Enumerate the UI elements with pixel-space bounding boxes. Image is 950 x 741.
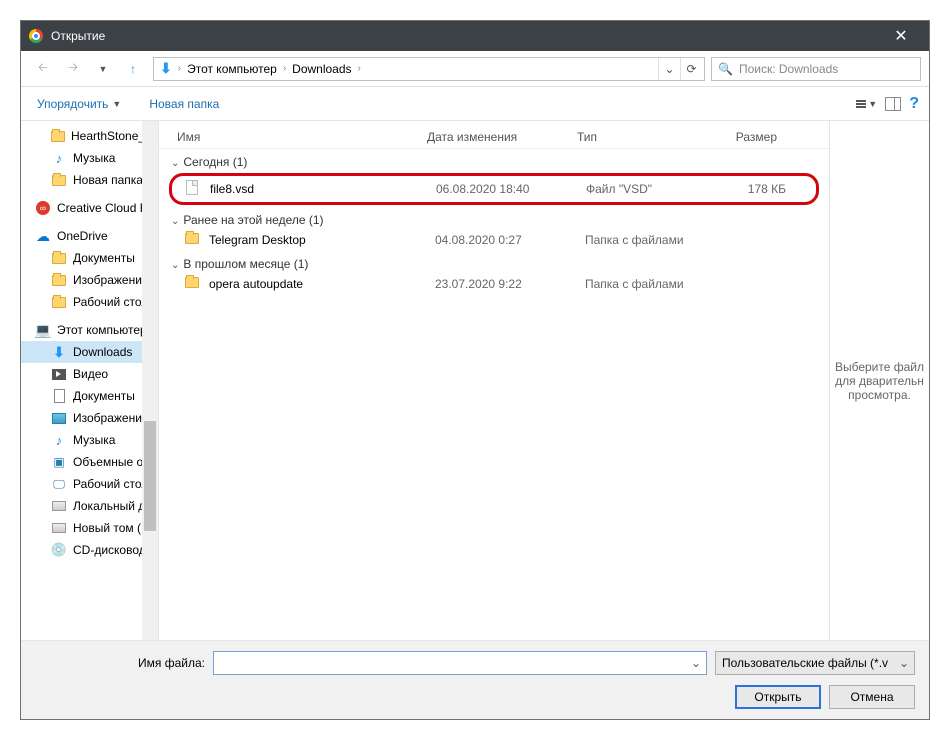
group-today[interactable]: ⌄Сегодня (1) (159, 149, 829, 171)
filename-input[interactable]: ⌄ (213, 651, 707, 675)
tree-music[interactable]: ♪Музыка (21, 147, 158, 169)
open-button[interactable]: Открыть (735, 685, 821, 709)
navigation-tree[interactable]: HearthStone_He ♪Музыка Новая папка ∞Crea… (21, 121, 159, 640)
file-row-opera[interactable]: opera autoupdate 23.07.2020 9:22 Папка с… (159, 273, 829, 295)
tree-localdisk[interactable]: Локальный дис (21, 495, 158, 517)
header-date[interactable]: Дата изменения (427, 130, 577, 144)
tree-creativecloud[interactable]: ∞Creative Cloud Fil (21, 197, 158, 219)
group-earlier-week[interactable]: ⌄Ранее на этой неделе (1) (159, 207, 829, 229)
filename-dropdown[interactable]: ⌄ (686, 652, 706, 674)
search-input[interactable]: 🔍 Поиск: Downloads (711, 57, 921, 81)
recent-dropdown[interactable]: ▼ (89, 57, 117, 81)
window-title: Открытие (51, 29, 881, 43)
header-name[interactable]: Имя (177, 130, 427, 144)
filename-field[interactable] (214, 652, 686, 674)
chevron-right-icon[interactable]: › (176, 63, 183, 74)
tree-od-documents[interactable]: Документы (21, 247, 158, 269)
file-size: 178 КБ (726, 182, 816, 196)
chevron-down-icon: ⌄ (171, 216, 179, 227)
search-placeholder: Поиск: Downloads (739, 62, 838, 76)
file-name: opera autoupdate (209, 277, 435, 291)
preview-message: Выберите файл для дварительн просмотра. (834, 360, 925, 402)
preview-pane-button[interactable] (885, 97, 901, 111)
tree-volume-d[interactable]: Новый том (D:) (21, 517, 158, 539)
forward-button: 🡢 (59, 57, 87, 81)
crumb-downloads[interactable]: Downloads (288, 62, 355, 76)
file-date: 06.08.2020 18:40 (436, 182, 586, 196)
filetype-select[interactable]: Пользовательские файлы (*.v ⌄ (715, 651, 915, 675)
file-type: Файл "VSD" (586, 182, 726, 196)
file-icon (186, 180, 202, 198)
tree-onedrive[interactable]: ☁OneDrive (21, 225, 158, 247)
tree-music2[interactable]: ♪Музыка (21, 429, 158, 451)
close-button[interactable]: ✕ (881, 26, 921, 46)
tree-od-pictures[interactable]: Изображения (21, 269, 158, 291)
filename-label: Имя файла: (35, 656, 205, 670)
help-button[interactable]: ? (909, 95, 919, 113)
file-name: Telegram Desktop (209, 233, 435, 247)
folder-icon (185, 277, 201, 291)
toolbar: Упорядочить▼ Новая папка ▼ ? (21, 87, 929, 121)
chrome-icon (29, 29, 43, 43)
file-date: 23.07.2020 9:22 (435, 277, 585, 291)
preview-pane: Выберите файл для дварительн просмотра. (829, 121, 929, 640)
file-type: Папка с файлами (585, 233, 725, 247)
cancel-button[interactable]: Отмена (829, 685, 915, 709)
annotation-highlight: file8.vsd 06.08.2020 18:40 Файл "VSD" 17… (169, 173, 819, 205)
navigation-bar: 🡠 🡢 ▼ ↑ ⬇ › Этот компьютер › Downloads ›… (21, 51, 929, 87)
file-name: file8.vsd (210, 182, 436, 196)
breadcrumb-bar[interactable]: ⬇ › Этот компьютер › Downloads › ⌄ ⟳ (153, 57, 705, 81)
chevron-down-icon: ⌄ (171, 158, 179, 169)
file-date: 04.08.2020 0:27 (435, 233, 585, 247)
crumb-thispc[interactable]: Этот компьютер (183, 62, 281, 76)
tree-thispc[interactable]: 💻Этот компьютер (21, 319, 158, 341)
sidebar-scrollbar[interactable] (142, 121, 158, 640)
chevron-right-icon[interactable]: › (281, 63, 288, 74)
tree-hearthstone[interactable]: HearthStone_He (21, 125, 158, 147)
group-last-month[interactable]: ⌄В прошлом месяце (1) (159, 251, 829, 273)
tree-cddrive[interactable]: 💿CD-дисковод (F (21, 539, 158, 561)
sidebar-scrollthumb[interactable] (144, 421, 156, 531)
column-headers[interactable]: Имя Дата изменения Тип Размер (159, 125, 829, 149)
tree-video[interactable]: Видео (21, 363, 158, 385)
titlebar[interactable]: Открытие ✕ (21, 21, 929, 51)
tree-downloads[interactable]: ⬇Downloads (21, 341, 158, 363)
address-dropdown[interactable]: ⌄ (658, 58, 680, 80)
view-mode-button[interactable]: ▼ (856, 99, 877, 109)
up-button[interactable]: ↑ (119, 57, 147, 81)
file-list[interactable]: Имя Дата изменения Тип Размер ⌄Сегодня (… (159, 121, 829, 640)
header-type[interactable]: Тип (577, 130, 717, 144)
chevron-right-icon[interactable]: › (356, 63, 363, 74)
search-icon: 🔍 (718, 62, 733, 76)
folder-icon (185, 233, 201, 247)
tree-3dobjects[interactable]: ▣Объемные объ (21, 451, 158, 473)
file-row-telegram[interactable]: Telegram Desktop 04.08.2020 0:27 Папка с… (159, 229, 829, 251)
tree-pictures[interactable]: Изображения (21, 407, 158, 429)
file-row-file8[interactable]: file8.vsd 06.08.2020 18:40 Файл "VSD" 17… (172, 178, 816, 200)
organize-menu[interactable]: Упорядочить▼ (31, 93, 127, 115)
tree-desktop[interactable]: 🖵Рабочий стол (21, 473, 158, 495)
file-open-dialog: Открытие ✕ 🡠 🡢 ▼ ↑ ⬇ › Этот компьютер › … (20, 20, 930, 720)
header-size[interactable]: Размер (717, 130, 807, 144)
dialog-body: HearthStone_He ♪Музыка Новая папка ∞Crea… (21, 121, 929, 640)
content-area: Имя Дата изменения Тип Размер ⌄Сегодня (… (159, 121, 929, 640)
back-button[interactable]: 🡠 (29, 57, 57, 81)
dialog-footer: Имя файла: ⌄ Пользовательские файлы (*.v… (21, 640, 929, 719)
new-folder-button[interactable]: Новая папка (143, 93, 225, 115)
download-arrow-icon: ⬇ (160, 60, 172, 77)
chevron-down-icon: ⌄ (894, 656, 914, 670)
tree-documents[interactable]: Документы (21, 385, 158, 407)
refresh-button[interactable]: ⟳ (680, 58, 702, 80)
tree-od-desktop[interactable]: Рабочий стол (21, 291, 158, 313)
file-type: Папка с файлами (585, 277, 725, 291)
tree-newfolder[interactable]: Новая папка (21, 169, 158, 191)
chevron-down-icon: ⌄ (171, 260, 179, 271)
